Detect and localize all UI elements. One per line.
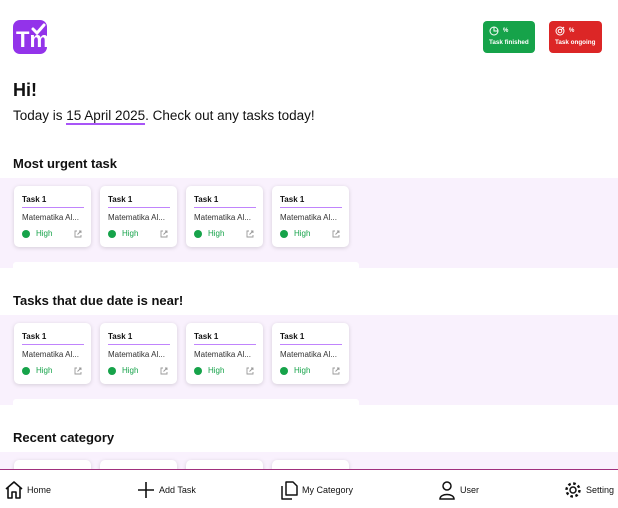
task-subject: Matematika Al... — [194, 213, 251, 222]
task-subject: Matematika Al... — [194, 350, 251, 359]
priority-dot-icon — [108, 229, 116, 238]
logo-mark-icon: Tm — [16, 23, 47, 52]
urgent-task-list: Task 1 Matematika Al... High Task 1 Mate… — [0, 178, 618, 274]
priority-indicator: High — [280, 366, 310, 375]
nav-user-label: User — [460, 485, 480, 495]
pie-chart-icon — [489, 26, 499, 35]
gear-icon — [565, 482, 581, 498]
nav-add-task[interactable]: Add Task — [136, 480, 196, 500]
bottom-navbar: Home Add Task My Category User Setting — [0, 469, 618, 508]
task-title: Task 1 — [108, 332, 170, 345]
external-link-icon[interactable] — [73, 229, 83, 239]
task-card[interactable]: Task 1 Matematika Al... High — [100, 323, 177, 384]
task-title: Task 1 — [22, 195, 84, 208]
task-card[interactable]: Task 1 Matematika Al... High — [14, 186, 91, 247]
task-title: Task 1 — [280, 332, 342, 345]
task-card[interactable]: Task 1 Matematika Al... High — [272, 186, 349, 247]
priority-label: High — [294, 229, 311, 238]
target-icon — [555, 26, 565, 35]
nav-home[interactable]: Home — [4, 480, 51, 500]
priority-dot-icon — [194, 366, 202, 375]
priority-dot-icon — [22, 229, 30, 238]
task-title: Task 1 — [280, 195, 342, 208]
scrollbar-track[interactable] — [13, 399, 359, 411]
external-link-icon[interactable] — [73, 366, 83, 376]
priority-dot-icon — [280, 229, 288, 238]
priority-label: High — [208, 366, 225, 375]
due-section-title: Tasks that due date is near! — [13, 293, 184, 308]
user-icon — [439, 481, 455, 500]
external-link-icon[interactable] — [245, 229, 255, 239]
app-logo: Tm — [13, 20, 47, 54]
priority-label: High — [122, 366, 139, 375]
recent-section-title: Recent category — [13, 430, 115, 445]
priority-dot-icon — [22, 366, 30, 375]
priority-label: High — [294, 366, 311, 375]
svg-text:Tm: Tm — [16, 27, 47, 52]
priority-dot-icon — [280, 366, 288, 375]
task-subject: Matematika Al... — [108, 350, 165, 359]
priority-dot-icon — [194, 229, 202, 238]
priority-label: High — [36, 366, 53, 375]
today-prefix: Today is — [13, 108, 67, 123]
scrollbar-track[interactable] — [13, 262, 359, 274]
today-message: Today is 15 April 2025. Check out any ta… — [13, 108, 315, 125]
priority-indicator: High — [280, 229, 310, 238]
nav-setting-label: Setting — [586, 485, 615, 495]
nav-home-label: Home — [27, 485, 52, 495]
task-card[interactable]: Task 1 Matematika Al... High — [100, 186, 177, 247]
today-date: 15 April 2025 — [66, 108, 146, 125]
priority-indicator: High — [108, 229, 138, 238]
priority-indicator: High — [22, 366, 52, 375]
task-subject: Matematika Al... — [280, 350, 337, 359]
task-subject: Matematika Al... — [22, 350, 79, 359]
task-title: Task 1 — [194, 332, 256, 345]
task-ongoing-label: Task ongoing — [555, 39, 596, 46]
task-ongoing-badge[interactable]: % Task ongoing — [549, 21, 602, 53]
nav-setting[interactable]: Setting — [563, 480, 614, 500]
plus-icon — [138, 482, 154, 498]
nav-my-category-label: My Category — [302, 485, 354, 495]
priority-label: High — [36, 229, 53, 238]
priority-indicator: High — [22, 229, 52, 238]
external-link-icon[interactable] — [159, 229, 169, 239]
today-suffix: . Check out any tasks today! — [145, 108, 315, 123]
task-title: Task 1 — [194, 195, 256, 208]
priority-indicator: High — [194, 229, 224, 238]
external-link-icon[interactable] — [331, 229, 341, 239]
due-task-list: Task 1 Matematika Al... High Task 1 Mate… — [0, 315, 618, 411]
nav-add-task-label: Add Task — [159, 485, 196, 495]
priority-label: High — [122, 229, 139, 238]
urgent-section-title: Most urgent task — [13, 156, 118, 171]
external-link-icon[interactable] — [331, 366, 341, 376]
task-finished-badge[interactable]: % Task finished — [483, 21, 535, 53]
task-subject: Matematika Al... — [108, 213, 165, 222]
task-subject: Matematika Al... — [280, 213, 337, 222]
task-card[interactable]: Task 1 Matematika Al... High — [14, 323, 91, 384]
task-finished-label: Task finished — [489, 39, 529, 46]
priority-label: High — [208, 229, 225, 238]
task-title: Task 1 — [22, 332, 84, 345]
task-card[interactable]: Task 1 Matematika Al... High — [186, 323, 263, 384]
home-icon — [5, 481, 23, 499]
priority-indicator: High — [108, 366, 138, 375]
external-link-icon[interactable] — [159, 366, 169, 376]
priority-dot-icon — [108, 366, 116, 375]
task-subject: Matematika Al... — [22, 213, 79, 222]
nav-my-category[interactable]: My Category — [279, 480, 353, 500]
nav-user[interactable]: User — [437, 480, 479, 500]
task-card[interactable]: Task 1 Matematika Al... High — [272, 323, 349, 384]
greeting-heading: Hi! — [13, 80, 37, 100]
task-title: Task 1 — [108, 195, 170, 208]
task-ongoing-value: % — [569, 27, 575, 34]
external-link-icon[interactable] — [245, 366, 255, 376]
task-card[interactable]: Task 1 Matematika Al... High — [186, 186, 263, 247]
priority-indicator: High — [194, 366, 224, 375]
task-finished-value: % — [503, 27, 509, 34]
copy-icon — [281, 481, 298, 500]
